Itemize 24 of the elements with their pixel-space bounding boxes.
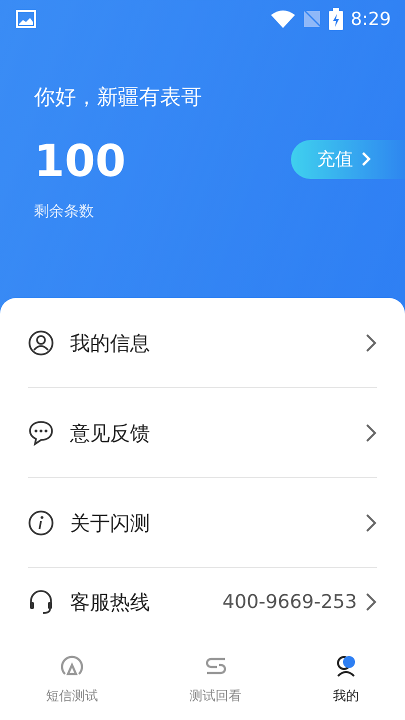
chevron-icon — [365, 332, 377, 352]
headset-icon — [28, 589, 54, 615]
chevron-icon — [365, 512, 377, 532]
battery-icon — [328, 8, 343, 30]
signal-icon — [302, 10, 321, 28]
menu-item[interactable]: 我的信息 — [28, 298, 377, 388]
person-icon — [28, 330, 54, 356]
menu-item[interactable]: 意见反馈 — [28, 388, 377, 478]
chat-bubble-icon — [28, 420, 54, 446]
menu-item[interactable]: 客服热线 400-9669-253 — [28, 568, 377, 636]
chevron-icon — [365, 592, 377, 612]
tab[interactable]: 短信测试 — [0, 640, 144, 720]
tab[interactable]: 我的 — [287, 640, 405, 720]
info-icon — [28, 510, 54, 536]
chevron-icon — [365, 422, 377, 442]
remaining-count: 100 — [34, 140, 126, 184]
status-time: 8:29 — [350, 8, 391, 32]
tab[interactable]: 测试回看 — [144, 640, 288, 720]
image-icon — [16, 10, 36, 28]
menu-item[interactable]: 关于闪测 — [28, 478, 377, 568]
wifi-icon — [270, 10, 295, 28]
chevron-icon — [361, 151, 371, 167]
count-label: 剩余条数 — [34, 200, 95, 222]
greeting-text: 你好，新疆有表哥 — [34, 84, 203, 111]
